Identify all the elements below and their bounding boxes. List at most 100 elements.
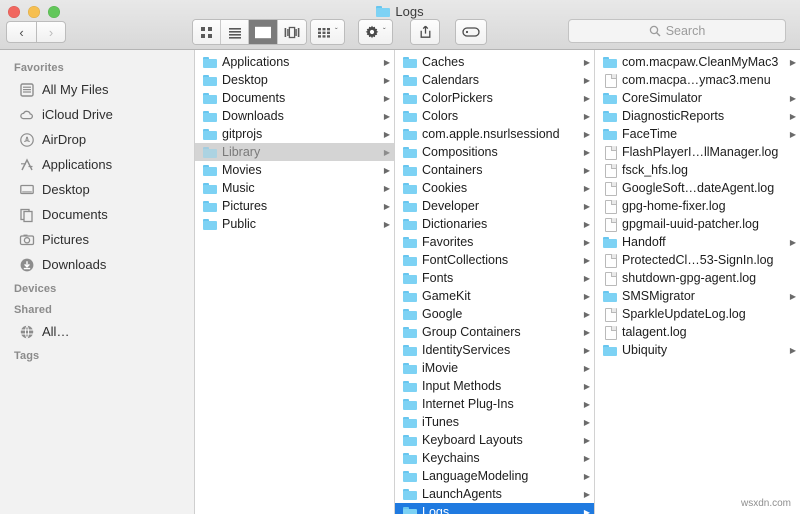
sidebar-item-all[interactable]: All…: [0, 319, 194, 344]
sidebar-item-downloads[interactable]: Downloads: [0, 252, 194, 277]
disclosure-arrow-icon[interactable]: ▶: [584, 130, 590, 139]
file-row[interactable]: Applications ▶: [195, 53, 394, 71]
file-row[interactable]: fsck_hfs.log: [595, 161, 800, 179]
disclosure-arrow-icon[interactable]: ▶: [584, 94, 590, 103]
file-row[interactable]: IdentityServices ▶: [395, 341, 594, 359]
tag-button[interactable]: [456, 20, 486, 44]
disclosure-arrow-icon[interactable]: ▶: [790, 58, 796, 67]
disclosure-arrow-icon[interactable]: ▶: [584, 220, 590, 229]
file-row[interactable]: Cookies ▶: [395, 179, 594, 197]
disclosure-arrow-icon[interactable]: ▶: [584, 112, 590, 121]
disclosure-arrow-icon[interactable]: ▶: [584, 328, 590, 337]
list-view-button[interactable]: [221, 20, 249, 44]
sidebar-item-documents[interactable]: Documents: [0, 202, 194, 227]
file-row[interactable]: Music ▶: [195, 179, 394, 197]
file-row[interactable]: Input Methods ▶: [395, 377, 594, 395]
disclosure-arrow-icon[interactable]: ▶: [584, 202, 590, 211]
disclosure-arrow-icon[interactable]: ▶: [584, 508, 590, 514]
disclosure-arrow-icon[interactable]: ▶: [384, 184, 390, 193]
search-field[interactable]: Search: [568, 19, 786, 43]
disclosure-arrow-icon[interactable]: ▶: [584, 472, 590, 481]
file-row[interactable]: GameKit ▶: [395, 287, 594, 305]
file-row[interactable]: FaceTime ▶: [595, 125, 800, 143]
file-row[interactable]: iTunes ▶: [395, 413, 594, 431]
file-row[interactable]: Group Containers ▶: [395, 323, 594, 341]
disclosure-arrow-icon[interactable]: ▶: [384, 202, 390, 211]
file-row[interactable]: Ubiquity ▶: [595, 341, 800, 359]
file-row[interactable]: LaunchAgents ▶: [395, 485, 594, 503]
disclosure-arrow-icon[interactable]: ▶: [584, 418, 590, 427]
share-button[interactable]: [411, 20, 439, 44]
sidebar-item-applications[interactable]: Applications: [0, 152, 194, 177]
file-row[interactable]: ProtectedCl…53-SignIn.log: [595, 251, 800, 269]
sidebar-item-desktop[interactable]: Desktop: [0, 177, 194, 202]
disclosure-arrow-icon[interactable]: ▶: [384, 76, 390, 85]
file-row[interactable]: gpgmail-uuid-patcher.log: [595, 215, 800, 233]
file-row[interactable]: Colors ▶: [395, 107, 594, 125]
disclosure-arrow-icon[interactable]: ▶: [584, 436, 590, 445]
file-row[interactable]: Calendars ▶: [395, 71, 594, 89]
file-row[interactable]: Favorites ▶: [395, 233, 594, 251]
file-row[interactable]: talagent.log: [595, 323, 800, 341]
disclosure-arrow-icon[interactable]: ▶: [584, 382, 590, 391]
disclosure-arrow-icon[interactable]: ▶: [584, 346, 590, 355]
disclosure-arrow-icon[interactable]: ▶: [584, 256, 590, 265]
file-row[interactable]: Keyboard Layouts ▶: [395, 431, 594, 449]
file-row[interactable]: Documents ▶: [195, 89, 394, 107]
disclosure-arrow-icon[interactable]: ▶: [790, 112, 796, 121]
disclosure-arrow-icon[interactable]: ▶: [790, 238, 796, 247]
disclosure-arrow-icon[interactable]: ▶: [790, 346, 796, 355]
file-row[interactable]: Logs ▶: [395, 503, 594, 514]
disclosure-arrow-icon[interactable]: ▶: [584, 400, 590, 409]
disclosure-arrow-icon[interactable]: ▶: [384, 130, 390, 139]
disclosure-arrow-icon[interactable]: ▶: [384, 58, 390, 67]
file-row[interactable]: Compositions ▶: [395, 143, 594, 161]
disclosure-arrow-icon[interactable]: ▶: [384, 166, 390, 175]
file-row[interactable]: Library ▶: [195, 143, 394, 161]
action-menu-button[interactable]: ˇ: [359, 20, 392, 44]
disclosure-arrow-icon[interactable]: ▶: [790, 94, 796, 103]
file-row[interactable]: ColorPickers ▶: [395, 89, 594, 107]
file-row[interactable]: Keychains ▶: [395, 449, 594, 467]
coverflow-view-button[interactable]: [278, 20, 306, 44]
file-row[interactable]: CoreSimulator ▶: [595, 89, 800, 107]
file-row[interactable]: SparkleUpdateLog.log: [595, 305, 800, 323]
file-row[interactable]: Desktop ▶: [195, 71, 394, 89]
file-row[interactable]: Pictures ▶: [195, 197, 394, 215]
file-row[interactable]: Fonts ▶: [395, 269, 594, 287]
file-row[interactable]: com.apple.nsurlsessiond ▶: [395, 125, 594, 143]
sidebar-item-airdrop[interactable]: AirDrop: [0, 127, 194, 152]
disclosure-arrow-icon[interactable]: ▶: [384, 112, 390, 121]
file-row[interactable]: iMovie ▶: [395, 359, 594, 377]
file-row[interactable]: gitprojs ▶: [195, 125, 394, 143]
disclosure-arrow-icon[interactable]: ▶: [584, 148, 590, 157]
disclosure-arrow-icon[interactable]: ▶: [584, 454, 590, 463]
disclosure-arrow-icon[interactable]: ▶: [584, 292, 590, 301]
forward-button[interactable]: ›: [36, 21, 66, 43]
disclosure-arrow-icon[interactable]: ▶: [584, 310, 590, 319]
file-row[interactable]: SMSMigrator ▶: [595, 287, 800, 305]
back-button[interactable]: ‹: [6, 21, 36, 43]
disclosure-arrow-icon[interactable]: ▶: [584, 76, 590, 85]
disclosure-arrow-icon[interactable]: ▶: [790, 292, 796, 301]
file-row[interactable]: Downloads ▶: [195, 107, 394, 125]
disclosure-arrow-icon[interactable]: ▶: [384, 220, 390, 229]
file-row[interactable]: Internet Plug-Ins ▶: [395, 395, 594, 413]
file-row[interactable]: DiagnosticReports ▶: [595, 107, 800, 125]
file-row[interactable]: Developer ▶: [395, 197, 594, 215]
sidebar-item-icloud-drive[interactable]: iCloud Drive: [0, 102, 194, 127]
arrange-button[interactable]: ˇ: [311, 20, 344, 44]
disclosure-arrow-icon[interactable]: ▶: [584, 58, 590, 67]
sidebar-item-all-my-files[interactable]: All My Files: [0, 77, 194, 102]
disclosure-arrow-icon[interactable]: ▶: [584, 490, 590, 499]
disclosure-arrow-icon[interactable]: ▶: [584, 238, 590, 247]
file-row[interactable]: Public ▶: [195, 215, 394, 233]
file-row[interactable]: Google ▶: [395, 305, 594, 323]
disclosure-arrow-icon[interactable]: ▶: [584, 166, 590, 175]
disclosure-arrow-icon[interactable]: ▶: [584, 184, 590, 193]
file-row[interactable]: FlashPlayerI…llManager.log: [595, 143, 800, 161]
column-view-button[interactable]: [249, 20, 278, 44]
file-row[interactable]: Dictionaries ▶: [395, 215, 594, 233]
file-row[interactable]: LanguageModeling ▶: [395, 467, 594, 485]
file-row[interactable]: Handoff ▶: [595, 233, 800, 251]
